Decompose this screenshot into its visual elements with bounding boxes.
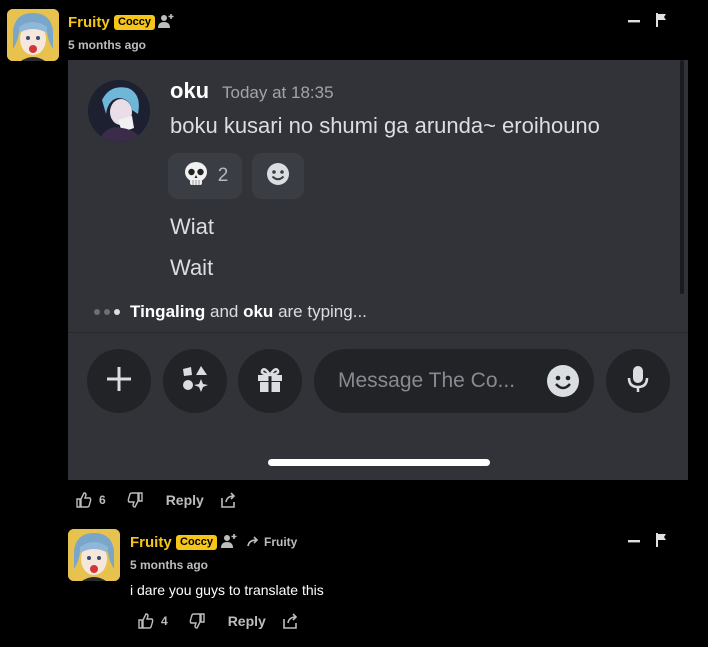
like-count: 4	[161, 614, 168, 628]
reply-arrow-icon	[247, 536, 259, 547]
typing-user: Tingaling	[130, 302, 206, 321]
home-indicator	[268, 459, 490, 466]
embedded-screenshot: oku Today at 18:35 boku kusari no shumi …	[68, 60, 688, 480]
typing-conj: and	[209, 302, 239, 321]
thumbs-down-icon	[189, 613, 205, 629]
username[interactable]: Fruity	[130, 534, 172, 551]
plus-icon	[104, 364, 134, 399]
add-reaction-button[interactable]	[252, 153, 304, 199]
report-flag-icon[interactable]	[655, 532, 669, 548]
like-button[interactable]: 6	[75, 491, 106, 509]
microphone-icon	[623, 364, 653, 399]
thumbs-down-icon	[127, 492, 143, 508]
add-emoji-icon	[264, 160, 292, 193]
typing-dots-icon	[94, 309, 120, 315]
dislike-button[interactable]	[126, 491, 144, 509]
reply-to-user: Fruity	[264, 535, 298, 549]
avatar[interactable]	[7, 9, 59, 61]
gift-button[interactable]	[238, 349, 302, 413]
reaction-count: 2	[217, 165, 229, 186]
scrollbar	[680, 60, 684, 294]
collapse-icon[interactable]	[627, 534, 641, 548]
like-button[interactable]: 4	[137, 612, 168, 630]
typing-indicator: Tingaling and oku are typing...	[94, 302, 367, 322]
avatar[interactable]	[68, 529, 120, 581]
follow-user-icon[interactable]	[220, 532, 238, 550]
follow-user-icon[interactable]	[157, 12, 175, 30]
comment-time: 5 months ago	[68, 38, 147, 52]
voice-button[interactable]	[606, 349, 670, 413]
comment-time: 5 months ago	[130, 558, 209, 572]
reply-to-link[interactable]: Fruity	[247, 535, 297, 549]
reply-button[interactable]: Reply	[228, 613, 266, 629]
comment-actions: 6 Reply	[75, 490, 237, 510]
share-icon	[283, 613, 297, 629]
message-author[interactable]: oku	[170, 78, 209, 104]
username[interactable]: Fruity	[68, 14, 110, 31]
message-text: Wiat	[170, 214, 214, 239]
message-text: boku kusari no shumi ga arunda~ eroihoun…	[170, 113, 600, 138]
apps-icon	[179, 363, 211, 400]
skull-icon	[182, 160, 210, 193]
divider	[68, 332, 688, 333]
typing-suffix: are typing...	[278, 302, 367, 321]
thumbs-up-icon	[76, 492, 92, 508]
reply-button[interactable]: Reply	[166, 492, 204, 508]
user-badge: Coccy	[176, 535, 218, 550]
dislike-button[interactable]	[188, 612, 206, 630]
share-button[interactable]	[281, 612, 299, 630]
collapse-icon[interactable]	[627, 14, 641, 28]
attach-button[interactable]	[87, 349, 151, 413]
reaction-skull[interactable]: 2	[168, 153, 242, 199]
user-badge: Coccy	[114, 15, 156, 30]
thumbs-up-icon	[138, 613, 154, 629]
comment-actions: 4 Reply	[137, 611, 299, 631]
apps-button[interactable]	[163, 349, 227, 413]
message-input[interactable]: Message The Co...	[314, 349, 594, 413]
discord-avatar	[88, 80, 150, 142]
message-timestamp: Today at 18:35	[222, 83, 334, 102]
message-text: Wait	[170, 255, 214, 280]
gift-icon	[254, 363, 286, 400]
like-count: 6	[99, 493, 106, 507]
typing-user: oku	[243, 302, 274, 321]
share-button[interactable]	[219, 491, 237, 509]
report-flag-icon[interactable]	[655, 12, 669, 28]
comment-text: i dare you guys to translate this	[130, 582, 324, 598]
emoji-picker-icon[interactable]	[546, 364, 580, 398]
message-placeholder: Message The Co...	[338, 369, 516, 392]
share-icon	[221, 492, 235, 508]
